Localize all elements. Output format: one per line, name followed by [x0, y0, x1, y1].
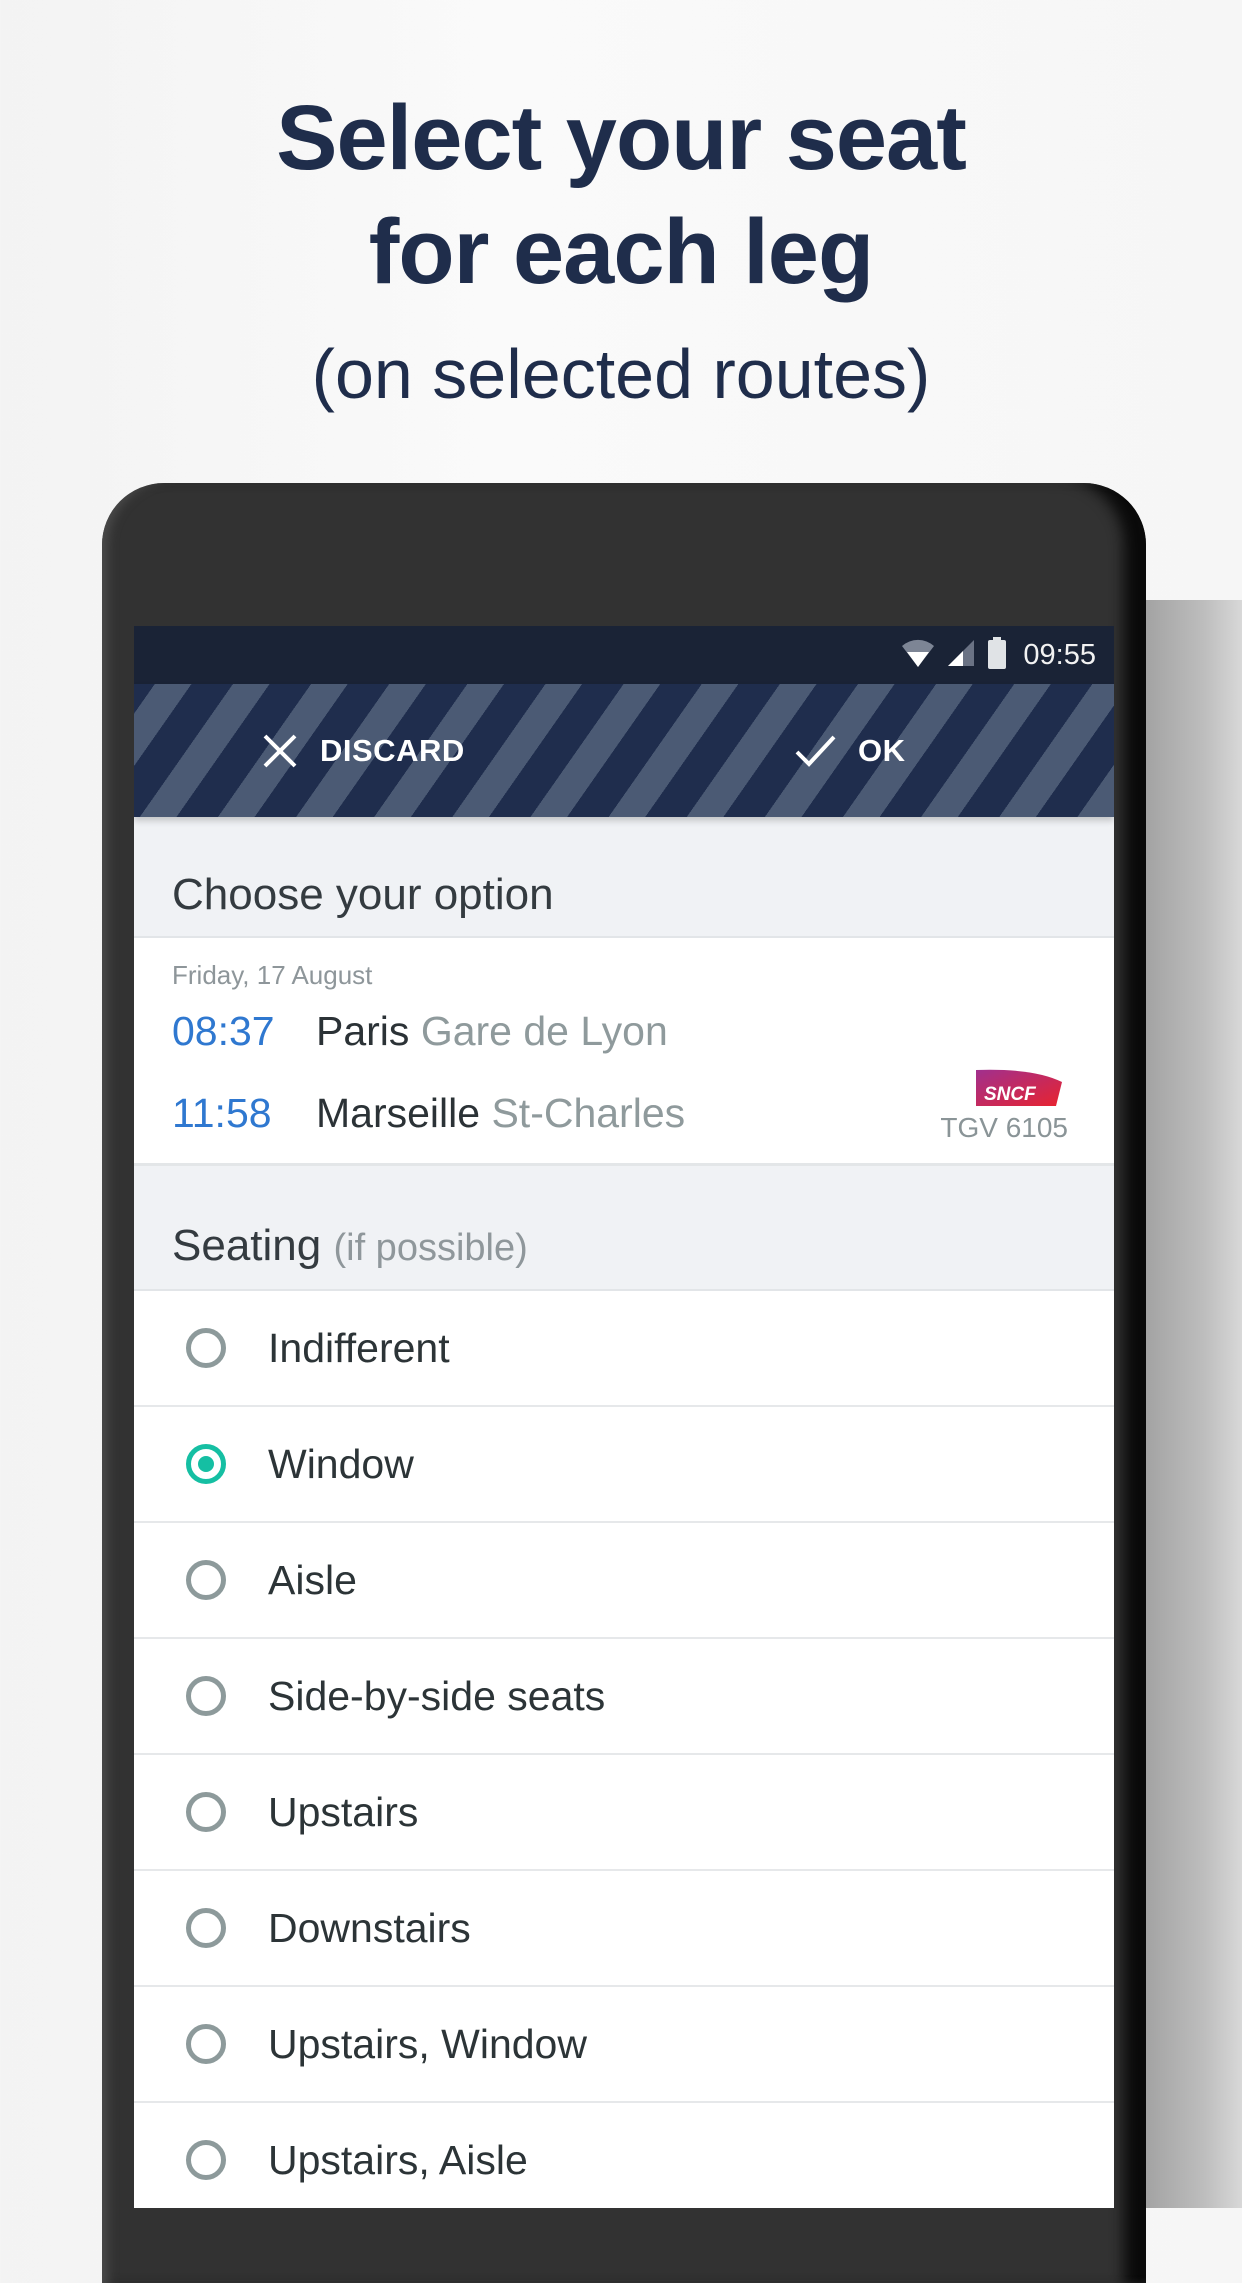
seating-title: Seating	[172, 1221, 322, 1270]
seating-option-label: Upstairs	[268, 1788, 419, 1835]
promo-subtitle: (on selected routes)	[311, 335, 931, 413]
seating-option-upstairs-aisle[interactable]: Upstairs, Aisle	[134, 2103, 1114, 2208]
discard-label: DISCARD	[320, 732, 465, 768]
departure-city: Paris	[316, 1008, 410, 1054]
ok-label: OK	[858, 732, 906, 768]
departure-time: 08:37	[172, 1008, 275, 1054]
arrival-row: 11:58 Marseille St-Charles	[172, 1090, 685, 1137]
trip-card[interactable]: Friday, 17 August 08:37 Paris Gare de Lyo…	[134, 938, 1114, 1166]
seating-option-label: Downstairs	[268, 1904, 471, 1951]
seating-option-label: Upstairs, Window	[268, 2020, 587, 2067]
seating-option-upstairs-window[interactable]: Upstairs, Window	[134, 1987, 1114, 2103]
seating-header: Seating (if possible)	[134, 1166, 1114, 1291]
seating-option-window[interactable]: Window	[134, 1407, 1114, 1523]
radio-button-selected[interactable]	[186, 1444, 226, 1484]
sncf-logo-text: SNCF	[984, 1084, 1037, 1105]
app-screen: 09:55 DISCARD OK Choose your option Frid…	[134, 626, 1114, 2208]
radio-button[interactable]	[186, 2024, 226, 2064]
seating-option-label: Upstairs, Aisle	[268, 2136, 528, 2183]
seating-option-indifferent[interactable]: Indifferent	[134, 1291, 1114, 1407]
seating-option-label: Side-by-side seats	[268, 1672, 606, 1719]
radio-button[interactable]	[186, 2140, 226, 2180]
departure-row: 08:37 Paris Gare de Lyon	[172, 1008, 668, 1055]
seating-option-aisle[interactable]: Aisle	[134, 1523, 1114, 1639]
sncf-logo-icon: SNCF	[976, 1069, 1062, 1106]
promo-title-line-1: Select your seat	[276, 87, 967, 189]
radio-button[interactable]	[186, 1792, 226, 1832]
wifi-icon	[901, 638, 935, 673]
seating-hint: (if possible)	[333, 1227, 528, 1269]
discard-button[interactable]: DISCARD	[262, 684, 465, 817]
seating-option-label: Window	[268, 1440, 414, 1487]
choose-option-title: Choose your option	[172, 870, 554, 919]
close-icon	[263, 734, 297, 767]
radio-button[interactable]	[186, 1560, 226, 1600]
seating-option-side-by-side[interactable]: Side-by-side seats	[134, 1639, 1114, 1755]
battery-icon	[987, 636, 1007, 674]
train-number: TGV 6105	[940, 1112, 1068, 1143]
seating-option-downstairs[interactable]: Downstairs	[134, 1871, 1114, 1987]
ok-button[interactable]: OK	[794, 684, 906, 817]
seating-options-list: Indifferent Window Aisle Side-by-side se…	[134, 1291, 1114, 2208]
arrival-station: St-Charles	[491, 1090, 686, 1136]
status-time: 09:55	[1023, 638, 1096, 671]
seating-option-upstairs[interactable]: Upstairs	[134, 1755, 1114, 1871]
promo-title-line-2: for each leg	[368, 201, 874, 303]
signal-icon	[947, 639, 975, 672]
departure-station: Gare de Lyon	[420, 1008, 668, 1054]
check-icon	[795, 735, 836, 767]
radio-button[interactable]	[186, 1908, 226, 1948]
seating-option-label: Aisle	[268, 1556, 357, 1603]
arrival-time: 11:58	[172, 1090, 272, 1136]
arrival-city: Marseille	[316, 1090, 481, 1136]
choose-option-header: Choose your option	[134, 817, 1114, 938]
radio-button[interactable]	[186, 1676, 226, 1716]
trip-date: Friday, 17 August	[172, 960, 373, 990]
seating-option-label: Indifferent	[268, 1324, 450, 1371]
status-bar: 09:55	[134, 626, 1114, 684]
action-toolbar: DISCARD OK	[134, 684, 1114, 817]
radio-button[interactable]	[186, 1328, 226, 1368]
device-shadow	[1146, 600, 1242, 2208]
